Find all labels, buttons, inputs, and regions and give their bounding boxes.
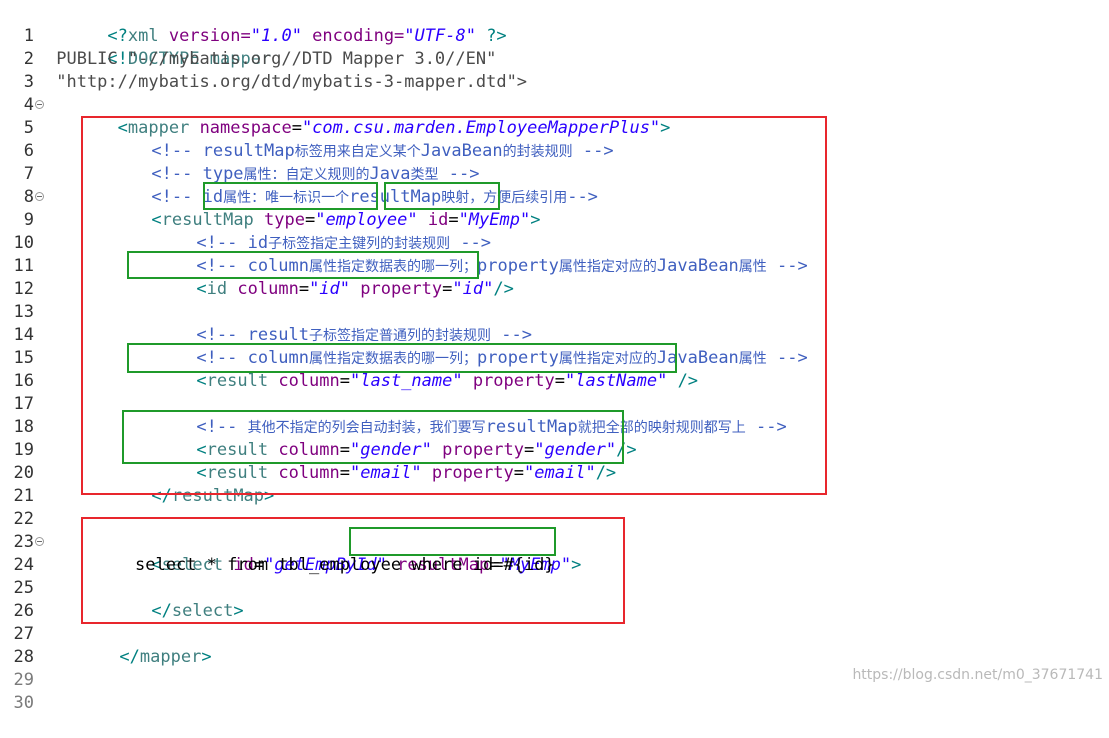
code-line-13[interactable]: 13 — [0, 278, 1109, 322]
code-line-15[interactable]: 15 <!-- column属性指定数据表的哪一列；property属性指定对应… — [0, 324, 1109, 368]
code-line-25[interactable]: 25 select * from tbl_employee where id=#… — [0, 554, 1109, 598]
doctype-public-id: PUBLIC "-//mybatis.org//DTD Mapper 3.0//… — [46, 49, 497, 69]
fold-toggle-icon[interactable] — [35, 537, 44, 546]
code-line-22[interactable]: 22 — [0, 485, 1109, 529]
code-line-1[interactable]: 1 <?xml version="1.0" encoding="UTF-8" ?… — [0, 2, 1109, 46]
code-line-29[interactable]: 29 — [0, 646, 1109, 690]
code-line-3[interactable]: 3 PUBLIC "-//mybatis.org//DTD Mapper 3.0… — [0, 48, 1109, 92]
code-line-16[interactable]: 16 <result column="last_name" property="… — [0, 347, 1109, 391]
code-line-5[interactable]: 5 <mapper namespace="com.csu.marden.Empl… — [0, 94, 1109, 138]
code-line-6[interactable]: 6 <!-- resultMap标签用来自定义某个JavaBean的封装规则 -… — [0, 117, 1109, 161]
code-line-10[interactable]: 10 <!-- id子标签指定主键列的封装规则 --> — [0, 209, 1109, 253]
line-number: 30 — [13, 693, 34, 713]
xml-code-editor[interactable]: 1 <?xml version="1.0" encoding="UTF-8" ?… — [0, 0, 1109, 713]
code-line-2[interactable]: 2 <!DOCTYPE mapper — [0, 25, 1109, 69]
code-line-11[interactable]: 11 <!-- column属性指定数据表的哪一列；property属性指定对应… — [0, 232, 1109, 276]
code-line-18[interactable]: 18 <!-- 其他不指定的列会自动封装，我们要写resultMap就把全部的映… — [0, 393, 1109, 437]
code-line-8[interactable]: 8 <!-- id属性：唯一标识一个resultMap映射，方便后续引用--> — [0, 163, 1109, 207]
fold-toggle-icon[interactable] — [35, 100, 44, 109]
code-line-20[interactable]: 20 <result column="email" property="emai… — [0, 439, 1109, 483]
sql-statement: select * from tbl_employee where id=#{id… — [135, 555, 555, 575]
doctype-system-id: "http://mybatis.org/dtd/mybatis-3-mapper… — [46, 72, 528, 92]
code-line-9[interactable]: 9 <resultMap type="employee" id="MyEmp"> — [0, 186, 1109, 230]
watermark-url: https://blog.csdn.net/m0_37671741 — [852, 667, 1103, 683]
code-line-26[interactable]: 26 </select> — [0, 577, 1109, 621]
code-line-28[interactable]: 28 </mapper> — [0, 623, 1109, 667]
code-line-24[interactable]: 24 <select id="getEmpById" resultMap="My… — [0, 531, 1109, 575]
code-line-21[interactable]: 21 </resultMap> — [0, 462, 1109, 506]
code-line-4[interactable]: 4 "http://mybatis.org/dtd/mybatis-3-mapp… — [0, 71, 1109, 115]
code-line-14[interactable]: 14 <!-- result子标签指定普通列的封装规则 --> — [0, 301, 1109, 345]
code-line-23[interactable]: 23 — [0, 508, 1109, 552]
fold-toggle-icon[interactable] — [35, 192, 44, 201]
code-line-7[interactable]: 7 <!-- type属性：自定义规则的Java类型 --> — [0, 140, 1109, 184]
code-line-12[interactable]: 12 <id column="id" property="id"/> — [0, 255, 1109, 299]
code-line-19[interactable]: 19 <result column="gender" property="gen… — [0, 416, 1109, 460]
code-line-17[interactable]: 17 — [0, 370, 1109, 414]
code-line-27[interactable]: 27 — [0, 600, 1109, 644]
